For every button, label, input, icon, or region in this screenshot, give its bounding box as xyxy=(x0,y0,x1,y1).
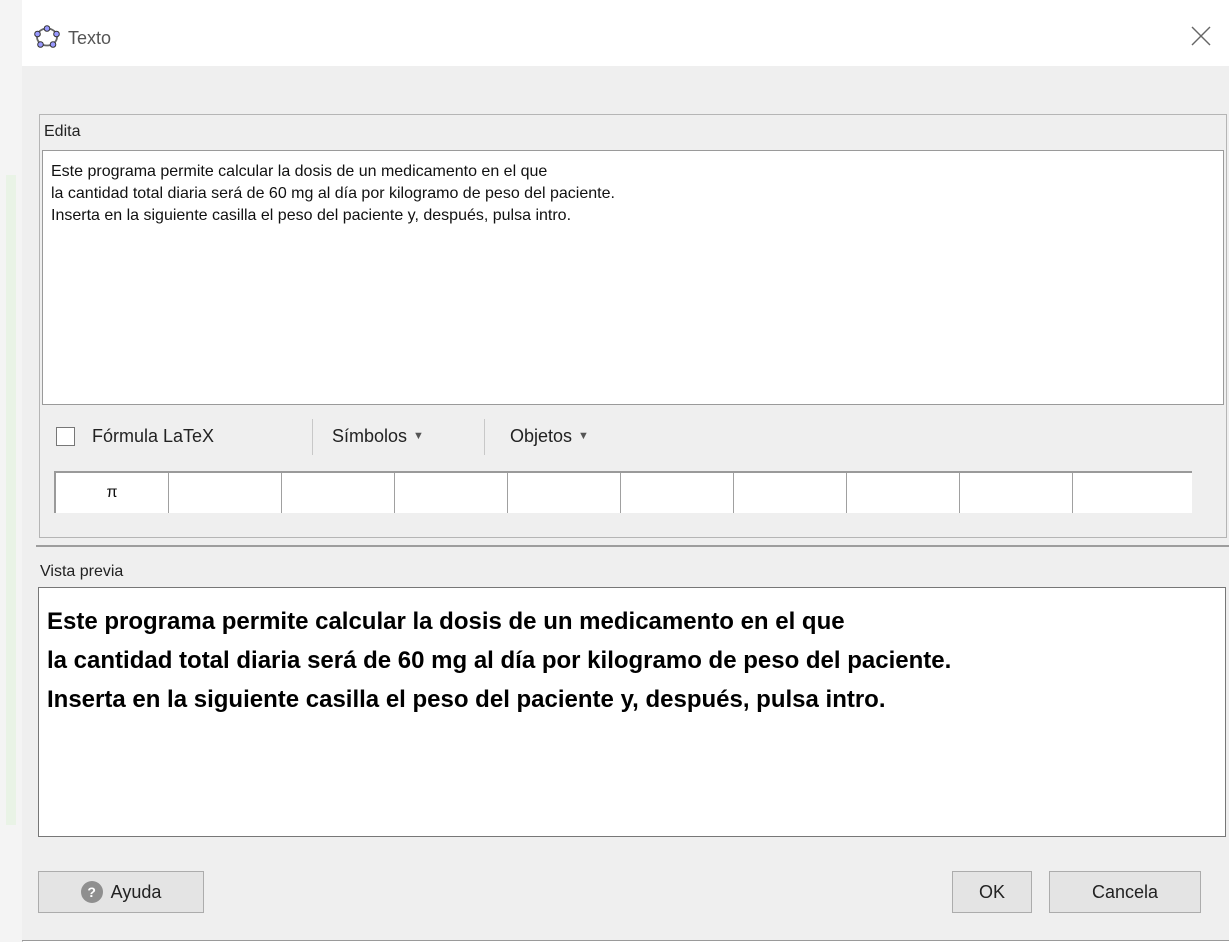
text-dialog: Texto Edita Este programa permite calcul… xyxy=(22,0,1229,941)
symbol-cell[interactable] xyxy=(169,473,282,513)
help-icon: ? xyxy=(80,881,103,903)
background-panel xyxy=(6,175,16,825)
cancel-button[interactable]: Cancela xyxy=(1049,871,1201,913)
preview-line: la cantidad total diaria será de 60 mg a… xyxy=(47,647,952,674)
edit-line: Este programa permite calcular la dosis … xyxy=(51,163,548,180)
symbol-cell[interactable] xyxy=(508,473,621,513)
cancel-label: Cancela xyxy=(1091,881,1159,902)
symbol-cell[interactable] xyxy=(960,473,1073,513)
close-button[interactable] xyxy=(1183,18,1219,54)
objects-label: Objetos xyxy=(510,426,573,446)
symbol-cell[interactable] xyxy=(734,473,847,513)
background-app-strip xyxy=(0,0,23,942)
symbol-cell[interactable] xyxy=(282,473,395,513)
latex-label[interactable]: Fórmula LaTeX xyxy=(92,426,214,447)
help-button[interactable]: ? Ayuda xyxy=(38,871,204,913)
symbols-dropdown[interactable]: Símbolos ▼ xyxy=(332,426,424,447)
toolbar-separator xyxy=(484,419,485,455)
title-bar: Texto xyxy=(22,0,1229,66)
toolbar-separator xyxy=(312,419,313,455)
edit-line: Inserta en la siguiente casilla el peso … xyxy=(51,207,572,224)
preview-area: Este programa permite calcular la dosis … xyxy=(38,587,1226,837)
symbol-cell[interactable]: π xyxy=(56,473,169,513)
symbol-table: π xyxy=(54,471,1192,513)
symbol-cell[interactable] xyxy=(395,473,508,513)
ok-label: OK xyxy=(978,881,1005,902)
preview-line: Este programa permite calcular la dosis … xyxy=(47,608,845,635)
preview-label: Vista previa xyxy=(40,563,124,580)
caret-down-icon: ▼ xyxy=(413,430,424,442)
edit-textarea[interactable]: Este programa permite calcular la dosis … xyxy=(42,150,1224,405)
edit-label: Edita xyxy=(44,123,81,140)
symbol-cell[interactable] xyxy=(621,473,734,513)
close-icon xyxy=(1191,26,1211,46)
edit-panel: Edita Este programa permite calcular la … xyxy=(39,114,1227,538)
edit-line: la cantidad total diaria será de 60 mg a… xyxy=(51,185,615,202)
caret-down-icon: ▼ xyxy=(578,430,589,442)
split-divider[interactable] xyxy=(36,545,1229,547)
window-title: Texto xyxy=(68,28,112,48)
preview-line: Inserta en la siguiente casilla el peso … xyxy=(47,686,886,713)
edit-toolbar: Fórmula LaTeX Símbolos ▼ Objetos ▼ xyxy=(40,411,1226,461)
help-label: Ayuda xyxy=(110,881,162,902)
symbol-cell[interactable] xyxy=(847,473,960,513)
geogebra-icon xyxy=(34,25,60,48)
ok-button[interactable]: OK xyxy=(952,871,1032,913)
latex-checkbox[interactable] xyxy=(56,427,75,446)
objects-dropdown[interactable]: Objetos ▼ xyxy=(510,426,589,447)
symbol-cell[interactable] xyxy=(1073,473,1191,513)
symbols-label: Símbolos xyxy=(332,426,408,446)
